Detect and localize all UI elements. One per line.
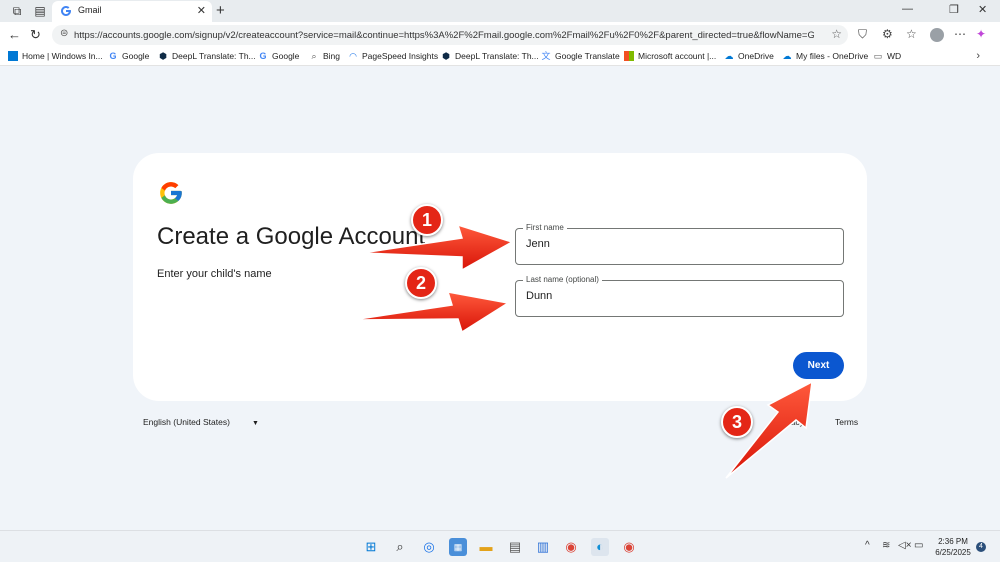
battery-icon[interactable]: ▭ — [914, 540, 923, 551]
taskbar: ⊞ ⌕ ◎ ▦ ▬ ▤ ▥ ◉ ◐ ◉ ^ ≋ ◁× ▭ 2:36 PM 6/2… — [0, 530, 1000, 562]
clock-time: 2:36 PM — [938, 537, 968, 546]
bookmark-item[interactable]: ◠ PageSpeed Insights — [348, 51, 438, 61]
last-name-label: Last name (optional) — [523, 275, 602, 284]
cloud-icon: ☁ — [782, 51, 792, 61]
google-logo-icon — [160, 182, 182, 204]
address-bar[interactable]: ⊜ https://accounts.google.com/signup/v2/… — [52, 25, 848, 45]
search-icon: ⌕ — [311, 51, 317, 61]
tab-gmail[interactable]: Gmail ✕ — [52, 1, 212, 22]
start-icon[interactable]: ⊞ — [362, 538, 380, 556]
new-tab-icon[interactable]: + — [216, 2, 225, 19]
bookmark-item[interactable]: Home | Windows In... — [8, 51, 103, 61]
favorite-star-icon[interactable]: ☆ — [831, 27, 842, 41]
pagespeed-icon: ◠ — [349, 51, 357, 61]
chevron-right-icon[interactable]: › — [976, 50, 980, 62]
chrome-icon[interactable]: ◉ — [620, 538, 638, 556]
workspaces-icon[interactable]: ⧉ — [10, 4, 24, 18]
notepad-icon[interactable]: ▤ — [506, 538, 524, 556]
windows-logo-icon — [8, 51, 18, 61]
folder-icon: ▭ — [873, 51, 883, 61]
annotation-badge-1: 1 — [411, 204, 443, 236]
calculator-icon[interactable]: ▥ — [534, 538, 552, 556]
profile-avatar[interactable] — [930, 28, 944, 42]
deepl-icon: ⬢ — [159, 51, 167, 61]
wifi-icon[interactable]: ≋ — [882, 540, 890, 551]
last-name-field[interactable]: Last name (optional) — [515, 275, 844, 317]
url-text[interactable]: https://accounts.google.com/signup/v2/cr… — [74, 30, 814, 41]
microsoft-icon — [624, 51, 634, 61]
annotation-badge-3: 3 — [721, 406, 753, 438]
clock[interactable]: 2:36 PM 6/25/2025 — [928, 536, 978, 558]
bookmark-item[interactable]: ⌕ Bing — [309, 51, 340, 61]
page-title: Create a Google Account — [157, 223, 426, 250]
annotation-badge-2: 2 — [405, 267, 437, 299]
clock-date: 6/25/2025 — [935, 548, 971, 557]
widgets-icon[interactable]: ▦ — [449, 538, 467, 556]
bookmarks-bar: Home | Windows In... G Google ⬢ DeepL Tran… — [0, 48, 1000, 66]
copilot-icon[interactable]: ✦ — [976, 27, 986, 41]
file-explorer-icon[interactable]: ▬ — [477, 538, 495, 556]
minimize-icon[interactable]: — — [902, 3, 913, 15]
google-favicon-icon — [61, 6, 71, 16]
first-name-label: First name — [523, 223, 567, 232]
first-name-field[interactable]: First name — [515, 223, 844, 265]
close-tab-icon[interactable]: ✕ — [197, 4, 206, 17]
refresh-icon[interactable]: ↻ — [30, 27, 41, 43]
more-menu-icon[interactable]: ⋯ — [954, 27, 966, 41]
bookmark-item[interactable]: G Google — [258, 51, 299, 61]
privacy-link[interactable]: Privacy — [776, 417, 804, 427]
terms-link[interactable]: Terms — [835, 417, 858, 427]
copilot-app-icon[interactable]: ◎ — [420, 538, 438, 556]
extensions-icon[interactable]: ⚙ — [882, 27, 893, 41]
last-name-input[interactable] — [526, 290, 826, 302]
chrome-icon[interactable]: ◉ — [562, 538, 580, 556]
search-icon[interactable]: ⌕ — [391, 538, 409, 556]
tab-title: Gmail — [78, 5, 102, 15]
edge-icon[interactable]: ◐ — [591, 538, 609, 556]
site-info-icon[interactable]: ⊜ — [60, 28, 68, 39]
notification-badge[interactable]: 4 — [976, 542, 986, 552]
volume-muted-icon[interactable]: ◁× — [898, 540, 912, 551]
bookmark-item[interactable]: 文 Google Translate — [541, 51, 619, 61]
shield-icon[interactable]: ⛉ — [858, 27, 867, 42]
bookmark-item[interactable]: ☁ My files - OneDrive — [782, 51, 869, 61]
bookmark-item[interactable]: G Google — [108, 51, 149, 61]
cloud-icon: ☁ — [724, 51, 734, 61]
bookmark-item[interactable]: ⬢ DeepL Translate: Th... — [441, 51, 539, 61]
bookmark-item[interactable]: ☁ OneDrive — [724, 51, 774, 61]
page-subtitle: Enter your child's name — [157, 268, 272, 280]
favorites-icon[interactable]: ☆ — [906, 27, 917, 41]
vertical-tabs-icon[interactable]: ▤ — [33, 4, 47, 18]
deepl-icon: ⬢ — [442, 51, 450, 61]
translate-icon: 文 — [541, 51, 551, 61]
bookmark-item[interactable]: ▭ WD — [873, 51, 901, 61]
restore-icon[interactable]: ❐ — [949, 3, 959, 16]
close-window-icon[interactable]: ✕ — [978, 3, 987, 16]
address-bar-row: ← ↻ ⊜ https://accounts.google.com/signup… — [0, 22, 1000, 48]
bookmark-item[interactable]: ⬢ DeepL Translate: Th... — [158, 51, 256, 61]
chevron-up-icon[interactable]: ^ — [865, 540, 870, 551]
caret-down-icon: ▼ — [251, 420, 259, 427]
bookmark-item[interactable]: Microsoft account |... — [624, 51, 716, 61]
first-name-input[interactable] — [526, 238, 826, 250]
language-selector[interactable]: English (United States) ▼ — [143, 417, 259, 427]
next-button[interactable]: Next — [793, 352, 844, 379]
google-icon: G — [109, 51, 117, 61]
tab-strip: ⧉ ▤ Gmail ✕ + — ❐ ✕ — [0, 0, 1000, 22]
google-icon: G — [259, 51, 267, 61]
language-label: English (United States) — [143, 417, 230, 427]
back-icon[interactable]: ← — [8, 27, 21, 42]
